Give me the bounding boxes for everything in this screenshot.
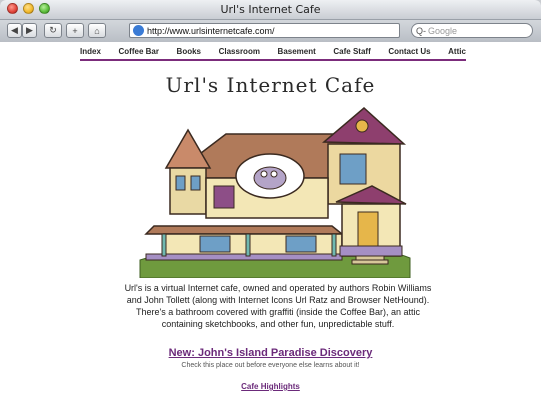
home-icon: ⌂ — [94, 25, 100, 36]
search-placeholder: Google — [428, 25, 458, 36]
add-bookmark-button[interactable]: + — [66, 23, 84, 38]
site-globe-icon — [133, 25, 144, 36]
window-title: Url's Internet Cafe — [220, 3, 321, 16]
reload-button[interactable]: ↻ — [44, 23, 62, 38]
site-description: Url's is a virtual Internet cafe, owned … — [124, 283, 432, 329]
forward-arrow-icon: ▶ — [26, 25, 33, 35]
nav-item-index[interactable]: Index — [80, 47, 101, 56]
site-nav: Index Coffee Bar Books Classroom Basemen… — [80, 47, 466, 61]
nav-item-contact-us[interactable]: Contact Us — [388, 47, 430, 56]
new-feature-subtext: Check this place out before everyone els… — [181, 362, 360, 369]
address-bar[interactable]: http://www.urlsinternetcafe.com/ — [129, 23, 400, 38]
reload-icon: ↻ — [49, 25, 57, 35]
search-field[interactable]: Q- Google — [411, 23, 533, 38]
new-feature-link[interactable]: New: John's Island Paradise Discovery — [0, 347, 541, 359]
forward-button[interactable]: ▶ — [22, 23, 37, 38]
browser-window: Url's Internet Cafe ◀ ▶ ↻ + ⌂ http://www… — [0, 0, 541, 408]
page-content: Index Coffee Bar Books Classroom Basemen… — [0, 42, 541, 408]
nav-item-attic[interactable]: Attic — [448, 47, 466, 56]
address-url: http://www.urlsinternetcafe.com/ — [147, 25, 275, 36]
nav-item-basement[interactable]: Basement — [278, 47, 316, 56]
back-button[interactable]: ◀ — [7, 23, 22, 38]
nav-item-classroom[interactable]: Classroom — [219, 47, 260, 56]
nav-item-cafe-staff[interactable]: Cafe Staff — [333, 47, 370, 56]
title-bar: Url's Internet Cafe — [0, 0, 541, 20]
home-button[interactable]: ⌂ — [88, 23, 106, 38]
bookmark-plus-icon: + — [72, 25, 78, 36]
browser-toolbar: ◀ ▶ ↻ + ⌂ http://www.urlsinternetcafe.co… — [0, 20, 541, 43]
nav-item-books[interactable]: Books — [177, 47, 201, 56]
search-icon: Q- — [416, 25, 426, 36]
cafe-house-illustration[interactable] — [136, 82, 414, 278]
cafe-highlights-link[interactable]: Cafe Highlights — [0, 382, 541, 391]
back-arrow-icon: ◀ — [11, 25, 18, 35]
nav-item-coffee-bar[interactable]: Coffee Bar — [119, 47, 159, 56]
